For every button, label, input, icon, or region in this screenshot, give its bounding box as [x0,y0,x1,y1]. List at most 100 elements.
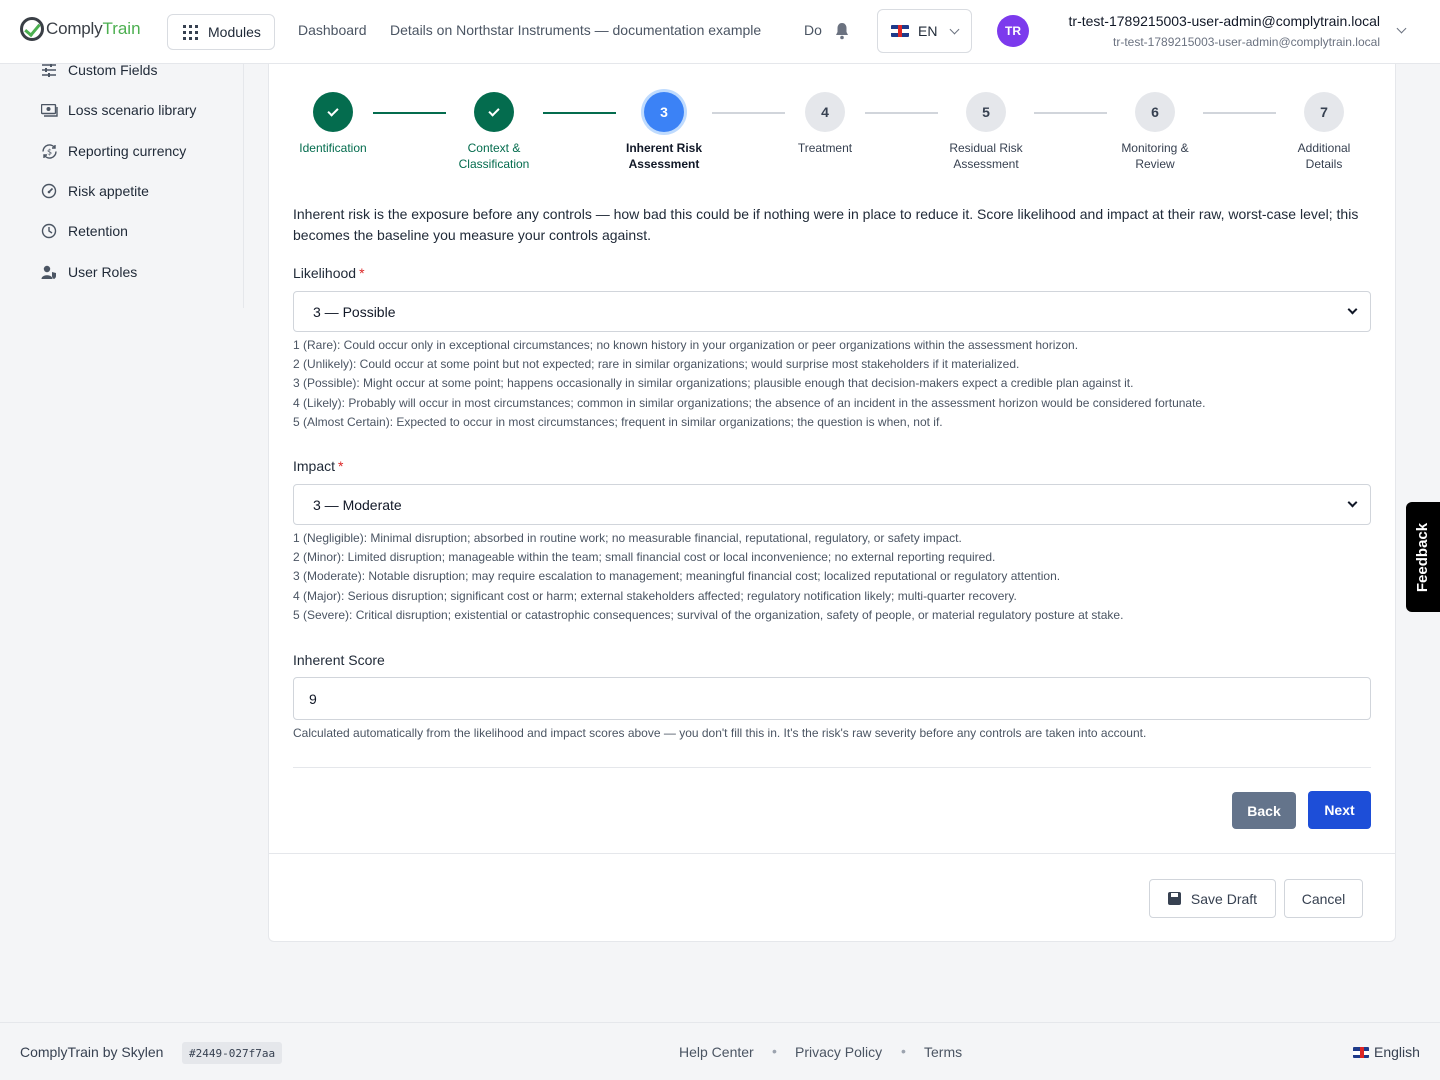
svg-text:$: $ [47,147,52,156]
step-connector [1203,112,1276,114]
language-code: EN [918,23,938,39]
modules-label: Modules [208,24,261,40]
likelihood-select[interactable]: 3 — Possible [293,291,1371,332]
footer-link-terms[interactable]: Terms [924,1044,962,1060]
impact-selected-value: 3 — Moderate [313,496,402,513]
footer-language-label: English [1374,1044,1420,1060]
avatar[interactable]: TR [997,15,1029,47]
impact-select[interactable]: 3 — Moderate [293,484,1371,525]
feedback-tab[interactable]: Feedback [1406,502,1440,612]
chevron-down-icon [950,24,960,34]
step-connector [543,112,616,114]
user-name: tr-test-1789215003-user-admin@complytrai… [1068,13,1380,29]
step-inherent-risk-assessment[interactable]: 3 Inherent Risk Assessment [614,92,714,172]
step-additional-details[interactable]: 7 Additional Details [1274,92,1374,172]
logo-text-comply: Comply [46,19,103,38]
footer-link-help-center[interactable]: Help Center [679,1044,754,1060]
app-logo[interactable]: Comply Train [20,17,141,41]
save-draft-label: Save Draft [1190,890,1258,907]
impact-help: 1 (Negligible): Minimal disruption; abso… [293,531,1124,622]
user-menu-chevron-icon[interactable] [1396,23,1407,34]
bell-icon[interactable] [834,22,850,40]
sidebar-item-reporting-currency[interactable]: $ Reporting currency [40,142,186,160]
form-divider [293,767,1371,768]
step-number: 7 [1304,92,1344,132]
step-label: Residual Risk Assessment [949,141,1023,171]
settings-sidebar: Custom Fields Loss scenario library $ Re… [0,62,244,308]
nav-dashboard[interactable]: Dashboard [298,22,367,38]
step-connector [865,112,938,114]
sidebar-item-label: User Roles [68,264,138,280]
risk-wizard-card: Identification Context & Classification 3… [268,40,1396,942]
step-connector [373,112,446,114]
footer-separator: • [772,1043,777,1059]
inherent-score-help: Calculated automatically from the likeli… [293,726,1147,740]
step-complete-check-icon [474,92,514,132]
step-identification[interactable]: Identification [293,92,373,156]
sidebar-item-label: Loss scenario library [68,102,197,118]
sidebar-item-risk-appetite[interactable]: Risk appetite [40,182,149,200]
step-label: Identification [299,141,367,155]
user-email: tr-test-1789215003-user-admin@complytrai… [1113,35,1380,49]
wizard-stepper: Identification Context & Classification 3… [293,92,1373,182]
step-residual-risk-assessment[interactable]: 5 Residual Risk Assessment [936,92,1036,172]
save-icon [1167,892,1181,905]
impact-label: Impact * [293,458,344,474]
sidebar-item-label: Custom Fields [68,62,158,78]
step-context-classification[interactable]: Context & Classification [444,92,544,172]
step-connector [1034,112,1107,114]
step-label: Treatment [797,141,853,155]
chevron-down-icon [1347,497,1358,508]
likelihood-label: Likelihood * [293,265,365,281]
likelihood-help: 1 (Rare): Could occur only in exceptiona… [293,338,1206,429]
money-icon [40,101,58,119]
logo-check-icon [20,17,44,41]
currency-exchange-icon: $ [40,142,58,160]
footer-brand: ComplyTrain by Skylen [20,1044,164,1060]
build-badge: #2449-027f7aa [182,1042,283,1064]
gauge-icon [40,182,58,200]
next-button[interactable]: Next [1308,791,1371,829]
user-shield-icon [40,263,58,281]
card-footer-divider [269,853,1395,854]
step-complete-check-icon [313,92,353,132]
sidebar-item-retention[interactable]: Retention [40,222,128,240]
nav-details[interactable]: Details on Northstar Instruments — docum… [390,22,761,38]
step-intro-text: Inherent risk is the exposure before any… [293,206,1359,243]
step-label: Monitoring & Review [1121,141,1189,171]
uk-flag-icon [891,25,909,37]
step-label: Context & Classification [458,141,530,171]
sidebar-item-label: Reporting currency [68,143,187,159]
step-label: Additional Details [1297,141,1351,171]
footer-separator: • [901,1043,906,1059]
footer-link-privacy-policy[interactable]: Privacy Policy [795,1044,882,1060]
feedback-label: Feedback [1414,522,1432,592]
step-number: 3 [644,92,684,132]
modules-button[interactable]: Modules [167,14,275,50]
page-footer: ComplyTrain by Skylen #2449-027f7aa Help… [0,1022,1440,1080]
step-label: Inherent Risk Assessment [625,141,703,171]
inherent-score-input[interactable]: 9 [293,677,1371,720]
sidebar-item-label: Risk appetite [68,183,149,199]
save-draft-button[interactable]: Save Draft [1149,879,1276,918]
step-number: 6 [1135,92,1175,132]
back-button[interactable]: Back [1232,792,1296,829]
inherent-score-label: Inherent Score [293,652,385,668]
nav-documents[interactable]: Do [804,22,826,38]
uk-flag-icon [1353,1046,1369,1058]
chevron-down-icon [1347,304,1358,315]
sidebar-item-loss-scenario-library[interactable]: Loss scenario library [40,101,196,119]
sidebar-item-user-roles[interactable]: User Roles [40,263,137,281]
clock-icon [40,222,58,240]
step-number: 5 [966,92,1006,132]
cancel-button[interactable]: Cancel [1284,879,1363,918]
grid-icon [183,24,198,40]
step-number: 4 [805,92,845,132]
logo-text-train: Train [102,19,141,38]
sidebar-item-label: Retention [68,223,128,239]
top-header: Comply Train Modules Dashboard Details on… [0,0,1440,64]
footer-language-switcher[interactable]: English [1353,1044,1420,1060]
step-treatment[interactable]: 4 Treatment [775,92,875,156]
step-monitoring-review[interactable]: 6 Monitoring & Review [1105,92,1205,172]
language-switcher[interactable]: EN [877,9,972,53]
